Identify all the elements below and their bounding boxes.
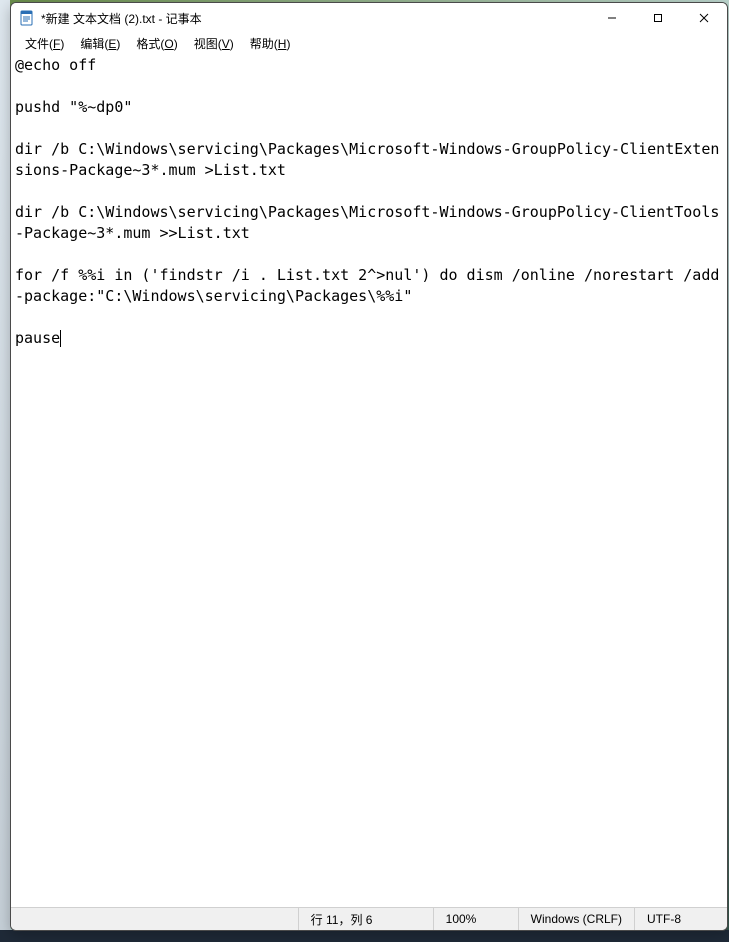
text-editor[interactable]: @echo off pushd "%~dp0" dir /b C:\Window… <box>11 53 727 907</box>
minimize-button[interactable] <box>589 3 635 33</box>
status-spacer <box>11 908 298 930</box>
close-button[interactable] <box>681 3 727 33</box>
notepad-icon <box>19 10 35 26</box>
background-fragment <box>0 0 10 930</box>
notepad-window: *新建 文本文档 (2).txt - 记事本 文件(F) 编辑(E) 格式(O)… <box>10 2 728 931</box>
desktop: *新建 文本文档 (2).txt - 记事本 文件(F) 编辑(E) 格式(O)… <box>0 0 729 942</box>
titlebar[interactable]: *新建 文本文档 (2).txt - 记事本 <box>11 3 727 33</box>
statusbar: 行 11，列 6 100% Windows (CRLF) UTF-8 <box>11 907 727 930</box>
menu-view[interactable]: 视图(V) <box>186 34 242 53</box>
status-zoom: 100% <box>433 908 518 930</box>
taskbar-fragment <box>0 930 729 942</box>
status-encoding: UTF-8 <box>634 908 727 930</box>
maximize-button[interactable] <box>635 3 681 33</box>
text-caret <box>60 330 61 347</box>
menu-format[interactable]: 格式(O) <box>128 34 185 53</box>
status-line-ending: Windows (CRLF) <box>518 908 634 930</box>
menu-help[interactable]: 帮助(H) <box>242 34 299 53</box>
menu-edit[interactable]: 编辑(E) <box>72 34 128 53</box>
menubar: 文件(F) 编辑(E) 格式(O) 视图(V) 帮助(H) <box>11 33 727 53</box>
status-position: 行 11，列 6 <box>298 908 433 930</box>
window-title: *新建 文本文档 (2).txt - 记事本 <box>41 10 589 27</box>
menu-file[interactable]: 文件(F) <box>17 34 72 53</box>
window-controls <box>589 3 727 33</box>
